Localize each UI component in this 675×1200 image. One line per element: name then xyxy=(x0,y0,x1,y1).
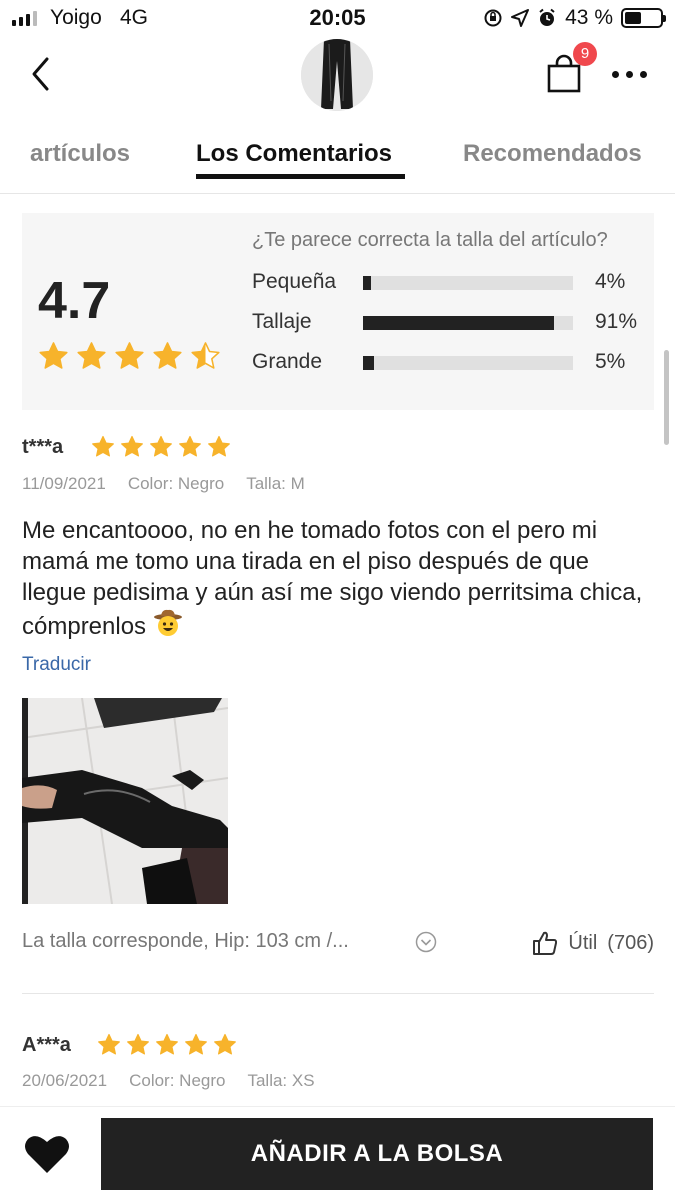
top-nav: 9 xyxy=(0,36,675,122)
alarm-icon xyxy=(539,8,555,26)
wishlist-button[interactable] xyxy=(24,1133,70,1175)
heart-icon xyxy=(25,1136,69,1173)
tab-articulos[interactable]: artículos xyxy=(30,140,130,168)
star-icon xyxy=(121,435,143,457)
orientation-lock-icon xyxy=(484,9,502,27)
review-meta: 20/06/2021 Color: Negro Talla: XS xyxy=(22,1071,315,1091)
star-icon xyxy=(179,435,201,457)
review-footer: La talla corresponde, Hip: 103 cm /... Ú… xyxy=(22,930,654,960)
fit-label: Pequeña xyxy=(252,270,337,293)
fit-bar-fill xyxy=(363,276,372,290)
more-dots-icon xyxy=(612,70,619,78)
bottom-action-bar: AÑADIR A LA BOLSA xyxy=(0,1106,675,1200)
fit-bar-fill xyxy=(363,316,555,330)
fit-bar xyxy=(363,356,573,370)
fit-bar-fill xyxy=(363,356,374,370)
expand-chevron-icon[interactable] xyxy=(415,931,437,953)
review-date: 11/09/2021 xyxy=(22,474,106,493)
review-color: Color: Negro xyxy=(127,474,225,493)
battery-icon xyxy=(621,8,666,28)
fit-bar xyxy=(363,276,573,290)
star-icon xyxy=(150,435,172,457)
helpful-button[interactable]: Útil (706) xyxy=(532,930,654,956)
fit-percent: 4% xyxy=(595,270,626,293)
review-date: 20/06/2021 xyxy=(22,1071,108,1090)
review-size: Talla: XS xyxy=(247,1071,315,1090)
cowboy-emoji-icon xyxy=(153,609,182,636)
fit-percent: 91% xyxy=(595,310,638,333)
cart-count-badge: 9 xyxy=(573,42,597,66)
section-tabs: artículos Los Comentarios Recomendados xyxy=(0,122,675,194)
product-thumbnail[interactable] xyxy=(301,39,373,111)
average-stars xyxy=(38,341,221,372)
review-username: t***a xyxy=(22,436,64,458)
fit-row-true-to-size: Tallaje 91% xyxy=(252,307,652,337)
tab-comentarios[interactable]: Los Comentarios xyxy=(196,140,392,168)
review-fit-info: La talla corresponde, Hip: 103 cm /... xyxy=(22,930,349,952)
star-icon xyxy=(191,342,220,369)
scrollbar[interactable] xyxy=(664,350,669,445)
review-photo-image xyxy=(22,698,228,904)
review-divider xyxy=(22,993,654,994)
location-icon xyxy=(511,9,530,27)
review-username: A***a xyxy=(22,1034,71,1056)
star-icon xyxy=(208,435,230,457)
star-icon xyxy=(185,1033,207,1055)
fit-bar xyxy=(363,316,573,330)
active-tab-indicator xyxy=(196,174,405,179)
add-to-bag-button[interactable]: AÑADIR A LA BOLSA xyxy=(101,1118,653,1190)
fit-row-small: Pequeña 4% xyxy=(252,267,652,297)
review-photo[interactable] xyxy=(22,698,228,904)
star-icon xyxy=(39,342,68,369)
status-bar: Yoigo 4G 20:05 43 % xyxy=(0,0,675,36)
helpful-label: Útil xyxy=(568,931,598,954)
thumbs-up-icon xyxy=(533,931,558,955)
translate-link[interactable]: Traducir xyxy=(22,654,91,676)
review-stars xyxy=(97,1033,237,1057)
fit-label: Grande xyxy=(252,350,323,373)
fit-percent: 5% xyxy=(595,350,626,373)
star-icon xyxy=(115,342,144,369)
fit-row-large: Grande 5% xyxy=(252,347,652,377)
more-options-button[interactable] xyxy=(612,64,658,84)
back-button[interactable] xyxy=(22,54,62,94)
average-rating: 4.7 xyxy=(38,272,111,330)
battery-percent: 43 % xyxy=(565,6,613,29)
star-icon xyxy=(77,342,106,369)
review-body: Me encantoooo, no en he tomado fotos con… xyxy=(22,515,652,642)
star-icon xyxy=(156,1033,178,1055)
review-text: Me encantoooo, no en he tomado fotos con… xyxy=(22,517,643,640)
helpful-count: (706) xyxy=(607,931,654,954)
rating-summary: 4.7 ¿Te parece correcta la talla del art… xyxy=(22,213,654,410)
star-icon xyxy=(127,1033,149,1055)
review-color: Color: Negro xyxy=(129,1071,226,1090)
tab-recomendados[interactable]: Recomendados xyxy=(463,140,642,168)
fit-label: Tallaje xyxy=(252,310,312,333)
review-stars xyxy=(91,435,231,459)
star-icon xyxy=(214,1033,236,1055)
fit-question: ¿Te parece correcta la talla del artícul… xyxy=(252,229,608,251)
review-meta: 11/09/2021 Color: Negro Talla: M xyxy=(22,474,305,494)
star-icon xyxy=(153,342,182,369)
status-icons: 43 % xyxy=(483,6,666,30)
chevron-left-icon xyxy=(32,57,49,91)
review-size: Talla: M xyxy=(246,474,305,493)
star-icon xyxy=(98,1033,120,1055)
star-icon xyxy=(92,435,114,457)
pants-product-image xyxy=(301,39,373,111)
